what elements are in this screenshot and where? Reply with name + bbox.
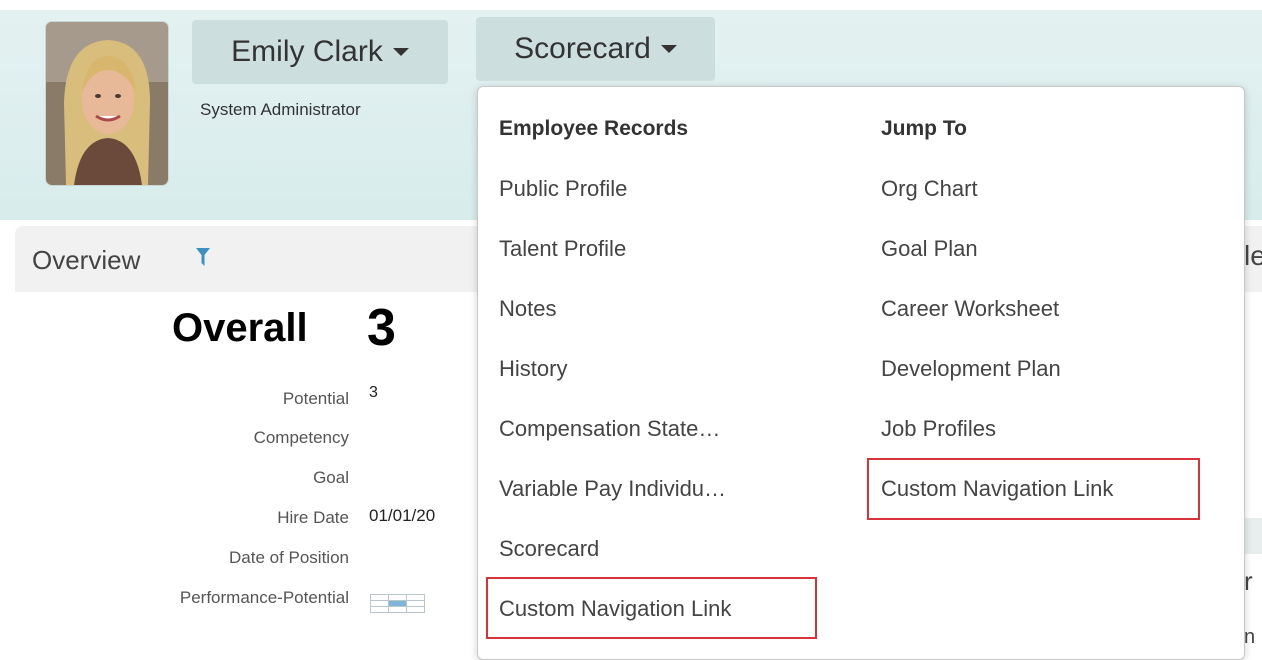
avatar[interactable]: [46, 22, 168, 185]
filter-icon[interactable]: [196, 248, 210, 271]
field-label-goal: Goal: [313, 468, 349, 487]
scorecard-label: Scorecard: [514, 32, 651, 65]
jump-to-heading: Jump To: [881, 117, 967, 140]
clipped-right-text-small: n: [1244, 626, 1256, 648]
menu-item-history[interactable]: History: [499, 356, 567, 382]
overall-label: Overall: [172, 306, 308, 350]
menu-item-goal-plan[interactable]: Goal Plan: [881, 236, 978, 262]
menu-item-notes[interactable]: Notes: [499, 296, 556, 322]
user-menu-button[interactable]: Emily Clark: [192, 20, 448, 84]
menu-item-variable-pay[interactable]: Variable Pay Individu…: [499, 476, 726, 502]
menu-item-job-profiles[interactable]: Job Profiles: [881, 416, 996, 442]
scorecard-menu-button[interactable]: Scorecard: [476, 17, 715, 81]
scorecard-dropdown-menu: Employee Records Jump To Public Profile …: [477, 86, 1245, 660]
field-label-performance-potential: Performance-Potential: [179, 588, 349, 607]
menu-item-scorecard[interactable]: Scorecard: [499, 536, 599, 562]
highlight-box-employee-records: [486, 577, 817, 639]
performance-potential-grid-icon[interactable]: [370, 594, 426, 619]
menu-item-career-worksheet[interactable]: Career Worksheet: [881, 296, 1059, 322]
overview-title: Overview: [32, 245, 141, 275]
caret-down-icon: [660, 45, 677, 53]
menu-item-public-profile[interactable]: Public Profile: [499, 176, 627, 202]
user-role: System Administrator: [200, 100, 361, 119]
menu-item-org-chart[interactable]: Org Chart: [881, 176, 978, 202]
user-name: Emily Clark: [231, 35, 383, 68]
employee-records-heading: Employee Records: [499, 117, 689, 140]
field-label-date-of-position: Date of Position: [228, 548, 349, 567]
field-label-potential: Potential: [282, 389, 349, 408]
menu-item-development-plan[interactable]: Development Plan: [881, 356, 1061, 382]
highlight-box-jump-to: [867, 458, 1200, 520]
field-label-hire-date: Hire Date: [277, 508, 349, 527]
overall-value: 3: [367, 299, 396, 357]
caret-down-icon: [392, 48, 409, 56]
field-label-competency: Competency: [253, 428, 349, 447]
menu-item-compensation-statement[interactable]: Compensation State…: [499, 416, 720, 442]
clipped-right-text: r: [1244, 566, 1253, 596]
field-value-hire-date: 01/01/20: [369, 506, 436, 525]
field-value-potential: 3: [369, 384, 378, 401]
clipped-panel-title: le: [1244, 240, 1262, 271]
menu-item-talent-profile[interactable]: Talent Profile: [499, 236, 626, 262]
